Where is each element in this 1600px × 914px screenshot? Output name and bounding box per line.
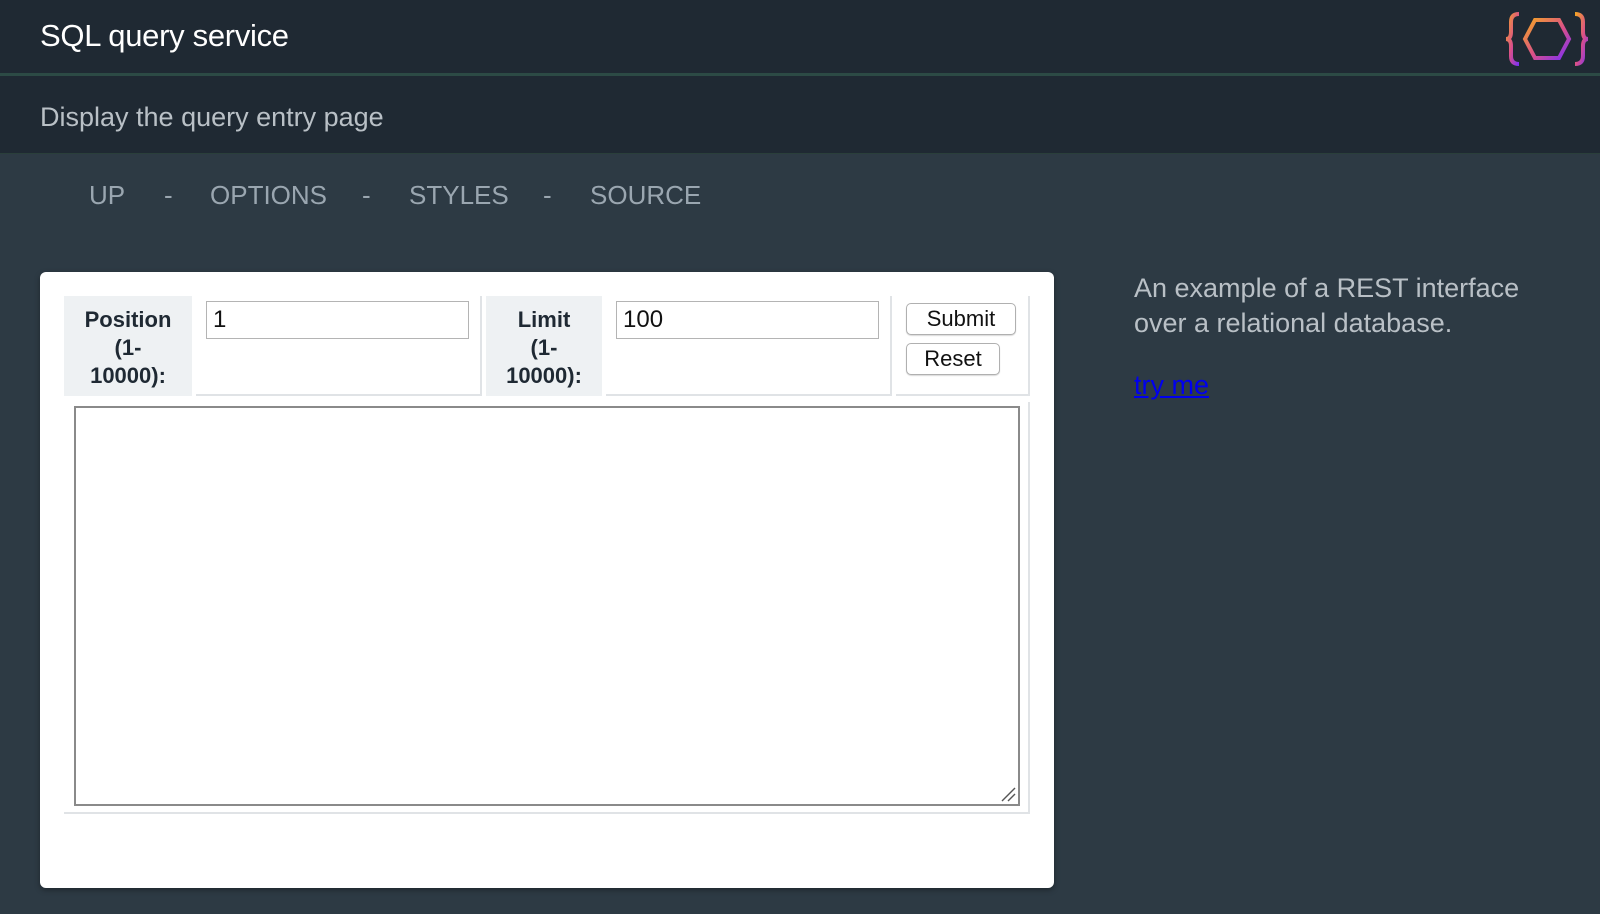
nav-options-link[interactable]: OPTIONS xyxy=(210,180,327,211)
nav-separator: - xyxy=(543,180,552,210)
reset-button[interactable]: Reset xyxy=(906,343,1000,375)
curly-braces-hexagon-icon xyxy=(1505,12,1589,66)
position-label-line: 10000): xyxy=(90,363,166,388)
service-description: An example of a REST interface over a re… xyxy=(1134,273,1520,338)
position-label: Position (1- 10000): xyxy=(64,296,192,396)
limit-label-line: Limit xyxy=(517,307,571,332)
nav-separator: - xyxy=(362,180,371,210)
top-bar: SQL query service xyxy=(0,0,1600,76)
app-title: SQL query service xyxy=(40,18,289,53)
nav-up-link[interactable]: UP xyxy=(89,180,125,211)
submit-button[interactable]: Submit xyxy=(906,303,1016,335)
limit-label-line: 10000): xyxy=(506,363,582,388)
sql-query-textarea[interactable] xyxy=(74,406,1020,806)
limit-label: Limit (1- 10000): xyxy=(486,296,602,396)
resize-grip-icon[interactable] xyxy=(1000,786,1016,802)
sub-header: Display the query entry page xyxy=(0,76,1600,154)
nav-styles-link[interactable]: STYLES xyxy=(409,180,509,211)
nav-separator: - xyxy=(164,180,173,210)
limit-input[interactable] xyxy=(616,301,879,339)
try-me-link[interactable]: try me xyxy=(1134,370,1209,401)
nav-source-link[interactable]: SOURCE xyxy=(590,180,701,211)
position-label-line: (1- xyxy=(114,335,142,360)
position-input[interactable] xyxy=(206,301,469,339)
position-label-line: Position xyxy=(84,307,172,332)
page-subtitle: Display the query entry page xyxy=(40,102,384,132)
limit-label-line: (1- xyxy=(530,335,558,360)
query-form-card: Position (1- 10000): Limit (1- 10000): S… xyxy=(40,272,1054,888)
